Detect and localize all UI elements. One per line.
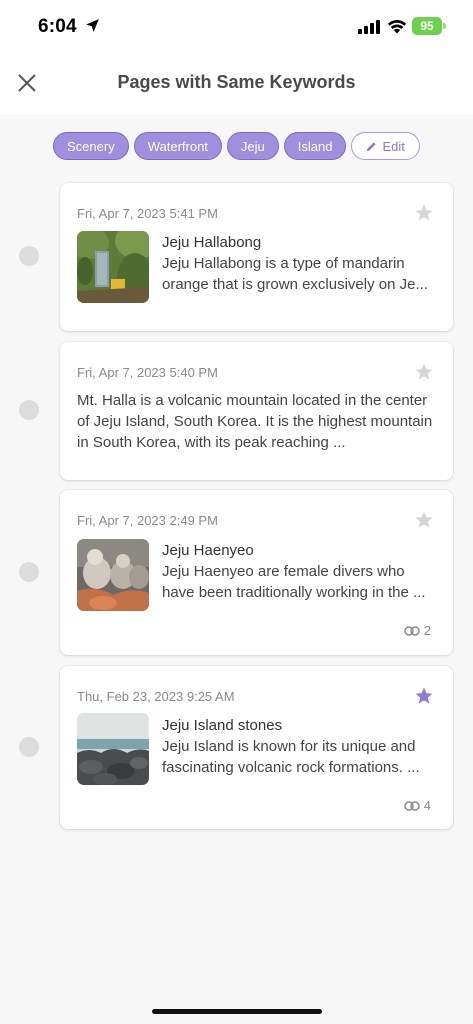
- timeline-dot: [19, 737, 39, 757]
- card-title: Jeju Island stones: [162, 717, 283, 734]
- card-snippet: Jeju Island is known for its unique and …: [162, 738, 420, 776]
- page-title: Pages with Same Keywords: [117, 72, 356, 92]
- star-icon[interactable]: [414, 510, 434, 530]
- location-arrow-icon: [86, 19, 99, 32]
- wifi-icon: [387, 19, 407, 34]
- page-card[interactable]: Fri, Apr 7, 2023 5:40 PM Mt. Halla is a …: [60, 342, 453, 480]
- page-card[interactable]: Thu, Feb 23, 2023 9:25 AM Jeju Island st…: [60, 666, 453, 829]
- keyword-chip-row: Scenery Waterfront Jeju Island Edit: [53, 132, 420, 160]
- star-icon-filled[interactable]: [414, 686, 434, 706]
- card-title: Jeju Haenyeo: [162, 542, 254, 559]
- star-icon[interactable]: [414, 362, 434, 382]
- battery-indicator: 95: [412, 17, 442, 35]
- status-time: 6:04: [38, 16, 77, 37]
- page-card[interactable]: Fri, Apr 7, 2023 5:41 PM Jeju Hallabong …: [60, 183, 453, 331]
- edit-label: Edit: [382, 138, 405, 154]
- keyword-chip-jeju[interactable]: Jeju: [226, 132, 279, 160]
- status-bar: 6:04 95: [0, 0, 473, 56]
- thumbnail-image: [77, 713, 149, 785]
- star-icon[interactable]: [414, 203, 434, 223]
- home-indicator[interactable]: [152, 1009, 322, 1014]
- thumbnail-image: [77, 539, 149, 611]
- timeline-dot: [19, 246, 39, 266]
- card-date: Fri, Apr 7, 2023 5:40 PM: [77, 365, 218, 380]
- edit-keywords-button[interactable]: Edit: [351, 132, 420, 160]
- linked-pages-count: 4: [404, 798, 431, 813]
- link-icon: [404, 800, 420, 811]
- card-snippet: Jeju Hallabong is a type of mandarin ora…: [162, 255, 428, 293]
- pencil-icon: [367, 141, 377, 151]
- card-date: Fri, Apr 7, 2023 2:49 PM: [77, 513, 218, 528]
- timeline-dot: [19, 400, 39, 420]
- cellular-signal-icon: [358, 20, 380, 34]
- card-snippet: Mt. Halla is a volcanic mountain located…: [77, 392, 433, 451]
- keyword-chip-island[interactable]: Island: [283, 132, 347, 160]
- battery-level: 95: [420, 19, 434, 33]
- card-date: Fri, Apr 7, 2023 5:41 PM: [77, 206, 218, 221]
- page-card[interactable]: Fri, Apr 7, 2023 2:49 PM Jeju Haenyeo Je…: [60, 490, 453, 655]
- battery-cap: [443, 23, 446, 29]
- link-count: 4: [423, 798, 431, 813]
- card-title: Jeju Hallabong: [162, 234, 262, 251]
- linked-pages-count: 2: [404, 623, 431, 638]
- keyword-chip-scenery[interactable]: Scenery: [53, 132, 129, 160]
- keyword-chip-waterfront[interactable]: Waterfront: [133, 132, 222, 160]
- card-date: Thu, Feb 23, 2023 9:25 AM: [77, 689, 235, 704]
- link-count: 2: [423, 623, 431, 638]
- header: Pages with Same Keywords: [0, 56, 473, 114]
- card-snippet: Jeju Haenyeo are female divers who have …: [162, 563, 426, 601]
- link-icon: [404, 625, 420, 636]
- timeline-dot: [19, 562, 39, 582]
- thumbnail-image: [77, 231, 149, 303]
